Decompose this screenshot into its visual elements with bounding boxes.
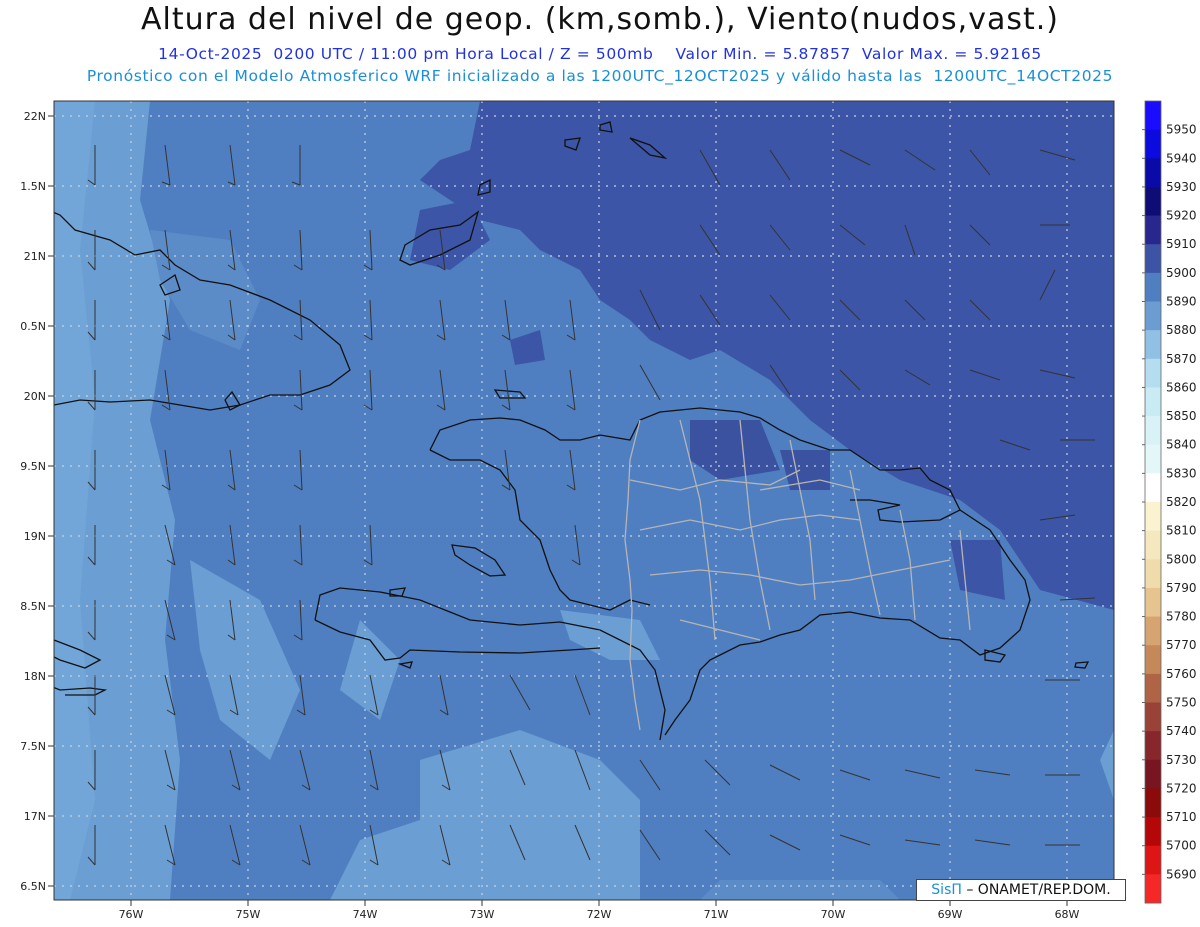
- colorbar-swatch: [1145, 215, 1161, 245]
- lat-label: 17N: [24, 810, 46, 823]
- colorbar-label: 5850: [1166, 409, 1197, 423]
- colorbar-label: 5900: [1166, 266, 1197, 280]
- colorbar-swatch: [1145, 358, 1161, 388]
- colorbar-label: 5750: [1166, 696, 1197, 710]
- lat-label: 6.5N: [20, 880, 46, 893]
- lon-label: 71W: [704, 908, 729, 921]
- colorbar-label: 5920: [1166, 209, 1197, 223]
- lat-label: 20N: [24, 390, 46, 403]
- colorbar-swatch: [1145, 731, 1161, 761]
- colorbar-label: 5870: [1166, 352, 1197, 366]
- colorbar-label: 5860: [1166, 380, 1197, 394]
- colorbar-label: 5930: [1166, 180, 1197, 194]
- lon-label: 75W: [236, 908, 261, 921]
- lon-label: 74W: [353, 908, 378, 921]
- colorbar-swatch: [1145, 158, 1161, 188]
- lon-label: 72W: [587, 908, 612, 921]
- colorbar-swatch: [1145, 645, 1161, 675]
- longitude-labels: 76W 75W 74W 73W 72W 71W 70W 69W 68W: [119, 908, 1080, 921]
- colorbar-swatch: [1145, 272, 1161, 302]
- colorbar-swatch: [1145, 673, 1161, 703]
- lat-label: 0.5N: [20, 320, 46, 333]
- colorbar-label: 5780: [1166, 610, 1197, 624]
- colorbar-swatch: [1145, 101, 1161, 131]
- colorbar-swatch: [1145, 616, 1161, 646]
- colorbar-label: 5700: [1166, 839, 1197, 853]
- colorbar-label: 5720: [1166, 781, 1197, 795]
- lat-label: 1.5N: [20, 180, 46, 193]
- credit-text: – ONAMET/REP.DOM.: [961, 882, 1111, 898]
- colorbar-swatch: [1145, 559, 1161, 589]
- colorbar-swatch: [1145, 330, 1161, 360]
- colorbar-swatch: [1145, 502, 1161, 532]
- colorbar-label: 5890: [1166, 295, 1197, 309]
- colorbar-swatch: [1145, 587, 1161, 618]
- colorbar-label: 5730: [1166, 753, 1197, 767]
- colorbar-swatch: [1145, 129, 1161, 159]
- colorbar-swatch: [1145, 788, 1161, 818]
- colorbar-label: 5740: [1166, 724, 1197, 738]
- lat-label: 19N: [24, 530, 46, 543]
- lat-label: 21N: [24, 250, 46, 263]
- sispi-logo: SisΠ: [931, 882, 962, 898]
- lon-label: 69W: [938, 908, 963, 921]
- colorbar-label: 5800: [1166, 552, 1197, 566]
- colorbar-label: 5950: [1166, 123, 1197, 137]
- colorbar-label: 5790: [1166, 581, 1197, 595]
- colorbar-swatch: [1145, 530, 1161, 560]
- colorbar-label: 5690: [1166, 867, 1197, 881]
- colorbar-swatch: [1145, 874, 1161, 904]
- colorbar-swatch: [1145, 473, 1161, 503]
- colorbar-label: 5940: [1166, 151, 1197, 165]
- colorbar-label: 5760: [1166, 667, 1197, 681]
- lat-label: 18N: [24, 670, 46, 683]
- colorbar: 5950 5940 5930 5920 5910 5900 5890 5880 5870 5860…: [1142, 100, 1197, 904]
- colorbar-label: 5820: [1166, 495, 1197, 509]
- colorbar-swatch: [1145, 845, 1161, 875]
- colorbar-swatch: [1145, 186, 1161, 217]
- colorbar-label: 5910: [1166, 237, 1197, 251]
- lat-label: 8.5N: [20, 600, 46, 613]
- lon-label: 73W: [470, 908, 495, 921]
- lon-label: 76W: [119, 908, 144, 921]
- credit-box: SisΠ – ONAMET/REP.DOM.: [916, 879, 1126, 901]
- colorbar-swatch: [1145, 387, 1161, 417]
- colorbar-swatch: [1145, 817, 1161, 847]
- colorbar-swatch: [1145, 301, 1161, 331]
- lon-label: 68W: [1055, 908, 1080, 921]
- lat-label: 22N: [24, 110, 46, 123]
- colorbar-label: 5810: [1166, 524, 1197, 538]
- colorbar-swatch: [1145, 416, 1161, 446]
- colorbar-label: 5840: [1166, 438, 1197, 452]
- lat-label: 9.5N: [20, 460, 46, 473]
- lat-label: 7.5N: [20, 740, 46, 753]
- colorbar-label: 5880: [1166, 323, 1197, 337]
- latitude-labels: 22N 1.5N 21N 0.5N 20N 9.5N 19N 8.5N 18N …: [20, 110, 46, 893]
- colorbar-swatch: [1145, 702, 1161, 732]
- colorbar-swatch: [1145, 444, 1161, 474]
- colorbar-swatch: [1145, 759, 1161, 789]
- colorbar-label: 5770: [1166, 638, 1197, 652]
- lon-label: 70W: [821, 908, 846, 921]
- colorbar-label: 5830: [1166, 466, 1197, 480]
- forecast-map: 22N 1.5N 21N 0.5N 20N 9.5N 19N 8.5N 18N …: [20, 100, 1197, 921]
- colorbar-label: 5710: [1166, 810, 1197, 824]
- colorbar-swatch: [1145, 244, 1161, 274]
